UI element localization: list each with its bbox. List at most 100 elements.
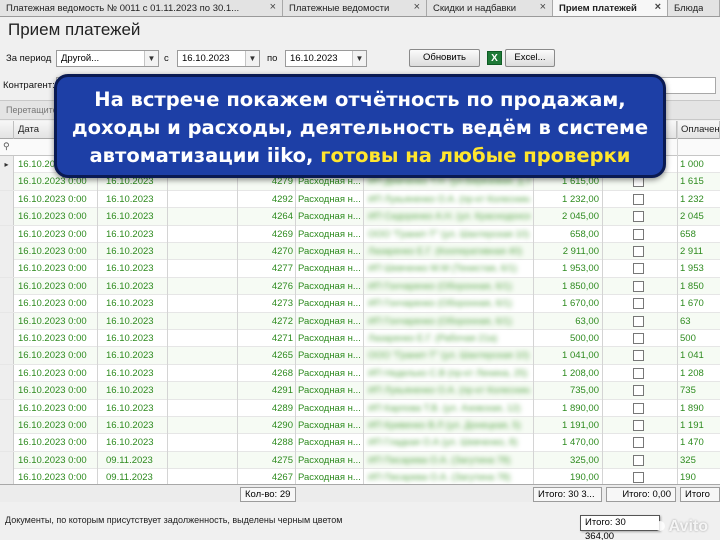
close-icon[interactable]: × <box>655 1 661 13</box>
cell-name: ИП Гончаренко (Оборонная, 6/1) <box>368 315 512 327</box>
period-value: Другой... <box>61 53 100 64</box>
cell-date2: 16.10.2023 <box>106 402 154 414</box>
cell-date2: 16.10.2023 <box>106 437 154 449</box>
cell-date1: 16.10.2023 0:00 <box>18 246 87 257</box>
cell-amount: 325,00 <box>569 454 599 466</box>
page-title: Прием платежей <box>8 20 141 39</box>
excel-icon[interactable]: X <box>487 51 502 65</box>
table-row[interactable]: 16.10.2023 0:00 16.10.2023 4277 Расходная н… <box>0 260 720 278</box>
cell-amount: 500,00 <box>569 333 599 344</box>
cell-type: Расходная н... <box>298 333 361 344</box>
cell-name: ИП Карпова Т.В. (ул. Азовская, 12) <box>368 402 521 414</box>
tab-payments[interactable]: Прием платежей × <box>553 0 668 16</box>
cell-date1: 16.10.2023 0:00 <box>18 472 87 484</box>
chevron-down-icon[interactable]: ▼ <box>144 51 158 66</box>
cell-num: 4272 <box>271 315 293 327</box>
chevron-down-icon[interactable]: ▼ <box>352 51 366 66</box>
table-row[interactable]: 16.10.2023 0:00 16.10.2023 4269 Расходная н… <box>0 225 720 243</box>
cell-date1: 16.10.2023 0:00 <box>18 454 87 466</box>
avito-watermark: Avito <box>654 518 708 536</box>
cell-paid: 2 911 <box>680 246 704 257</box>
table-row[interactable]: 16.10.2023 0:00 16.10.2023 4290 Расходная н… <box>0 417 720 435</box>
debt-checkbox[interactable] <box>633 176 644 188</box>
tab-payrolls[interactable]: Платежные ведомости × <box>283 0 427 16</box>
table-row[interactable]: 16.10.2023 0:00 16.10.2023 4270 Расходная н… <box>0 243 720 261</box>
close-icon[interactable]: × <box>540 1 546 13</box>
debt-checkbox[interactable] <box>633 472 644 484</box>
table-row[interactable]: 16.10.2023 0:00 16.10.2023 4291 Расходная н… <box>0 382 720 400</box>
debt-checkbox[interactable] <box>633 211 644 223</box>
cell-date2: 16.10.2023 <box>106 193 154 205</box>
tab-dishes[interactable]: Блюда <box>668 0 720 16</box>
table-row[interactable]: 16.10.2023 0:00 09.11.2023 4275 Расходная н… <box>0 451 720 470</box>
debt-checkbox[interactable] <box>633 298 644 310</box>
cell-paid: 1 470 <box>680 437 704 449</box>
row-indicator <box>0 190 14 208</box>
cell-date2: 16.10.2023 <box>106 350 154 362</box>
table-row[interactable]: 16.10.2023 0:00 16.10.2023 4272 Расходная н… <box>0 312 720 330</box>
close-icon[interactable]: × <box>414 1 420 13</box>
debt-checkbox[interactable] <box>633 333 644 344</box>
cell-date2: 16.10.2023 <box>106 420 154 431</box>
cell-date1: 16.10.2023 0:00 <box>18 298 87 310</box>
cell-num: 4265 <box>271 350 293 362</box>
cell-date1: 16.10.2023 0:00 <box>18 367 87 379</box>
table-row[interactable]: 16.10.2023 0:00 16.10.2023 4264 Расходная н… <box>0 208 720 226</box>
cell-amount: 1 850,00 <box>562 280 599 292</box>
cell-amount: 1 232,00 <box>562 193 599 205</box>
current-row-indicator-icon: ▸ <box>0 156 14 173</box>
row-indicator <box>0 173 14 191</box>
debt-checkbox[interactable] <box>633 263 644 275</box>
from-label: с <box>164 53 169 64</box>
period-select[interactable]: Другой... ▼ <box>56 50 159 67</box>
debt-checkbox[interactable] <box>633 280 644 292</box>
tab-payroll-0011[interactable]: Платежная ведомость № 0011 с 01.11.2023 … <box>0 0 283 16</box>
table-row[interactable]: 16.10.2023 0:00 16.10.2023 4288 Расходная н… <box>0 434 720 452</box>
table-row[interactable]: 16.10.2023 0:00 16.10.2023 4273 Расходная н… <box>0 295 720 313</box>
row-indicator <box>0 382 14 400</box>
tab-discounts[interactable]: Скидки и надбавки × <box>427 0 553 16</box>
tab-label: Блюда <box>674 2 704 14</box>
debt-checkbox[interactable] <box>633 402 644 414</box>
table-row[interactable]: 16.10.2023 0:00 16.10.2023 4276 Расходная н… <box>0 277 720 296</box>
row-indicator <box>0 277 14 295</box>
period-label: За период <box>6 53 52 64</box>
debt-checkbox[interactable] <box>633 193 644 205</box>
debt-checkbox[interactable] <box>633 315 644 327</box>
debt-checkbox[interactable] <box>633 437 644 449</box>
table-row[interactable]: 16.10.2023 0:00 16.10.2023 4265 Расходная н… <box>0 347 720 365</box>
chevron-down-icon[interactable]: ▼ <box>245 51 259 66</box>
tab-label: Платежные ведомости <box>289 2 390 14</box>
cell-num: 4264 <box>271 211 293 223</box>
cell-type: Расходная н... <box>298 211 361 223</box>
cell-paid: 1 191 <box>680 420 704 431</box>
filter-icon[interactable]: ⚲ <box>3 141 10 152</box>
header-paid[interactable]: Оплачено <box>677 121 720 139</box>
from-date-field[interactable]: 16.10.2023 ▼ <box>177 50 260 67</box>
debt-checkbox[interactable] <box>633 246 644 257</box>
to-date-field[interactable]: 16.10.2023 ▼ <box>285 50 367 67</box>
cell-amount: 63,00 <box>575 315 599 327</box>
debt-checkbox[interactable] <box>633 454 644 466</box>
cell-name: ООО "Гранит-Т" (ул. Шахтерская 10) <box>368 350 530 362</box>
table-row[interactable]: 16.10.2023 0:00 16.10.2023 4289 Расходная н… <box>0 399 720 417</box>
table-row[interactable]: 16.10.2023 0:00 16.10.2023 4271 Расходная н… <box>0 330 720 348</box>
debt-checkbox[interactable] <box>633 367 644 379</box>
debt-checkbox[interactable] <box>633 228 644 240</box>
debt-checkbox[interactable] <box>633 350 644 362</box>
table-row[interactable]: 16.10.2023 0:00 16.10.2023 4292 Расходная н… <box>0 190 720 209</box>
table-row[interactable]: 16.10.2023 0:00 09.11.2023 4267 Расходная н… <box>0 469 720 484</box>
cell-type: Расходная н... <box>298 437 361 449</box>
close-icon[interactable]: × <box>270 1 276 13</box>
table-row[interactable]: 16.10.2023 0:00 16.10.2023 4268 Расходная н… <box>0 364 720 383</box>
banner-line: автоматизации iiko, готовы на любые пров… <box>67 142 653 170</box>
refresh-button[interactable]: Обновить <box>409 49 480 67</box>
debt-checkbox[interactable] <box>633 420 644 431</box>
cell-paid: 500 <box>680 333 696 344</box>
debt-checkbox[interactable] <box>633 385 644 397</box>
cell-paid: 1 890 <box>680 402 704 414</box>
banner-text: автоматизации iiko, <box>89 144 314 167</box>
cell-type: Расходная н... <box>298 385 361 397</box>
excel-export-button[interactable]: Excel... <box>505 49 555 67</box>
cell-num: 4268 <box>271 367 293 379</box>
